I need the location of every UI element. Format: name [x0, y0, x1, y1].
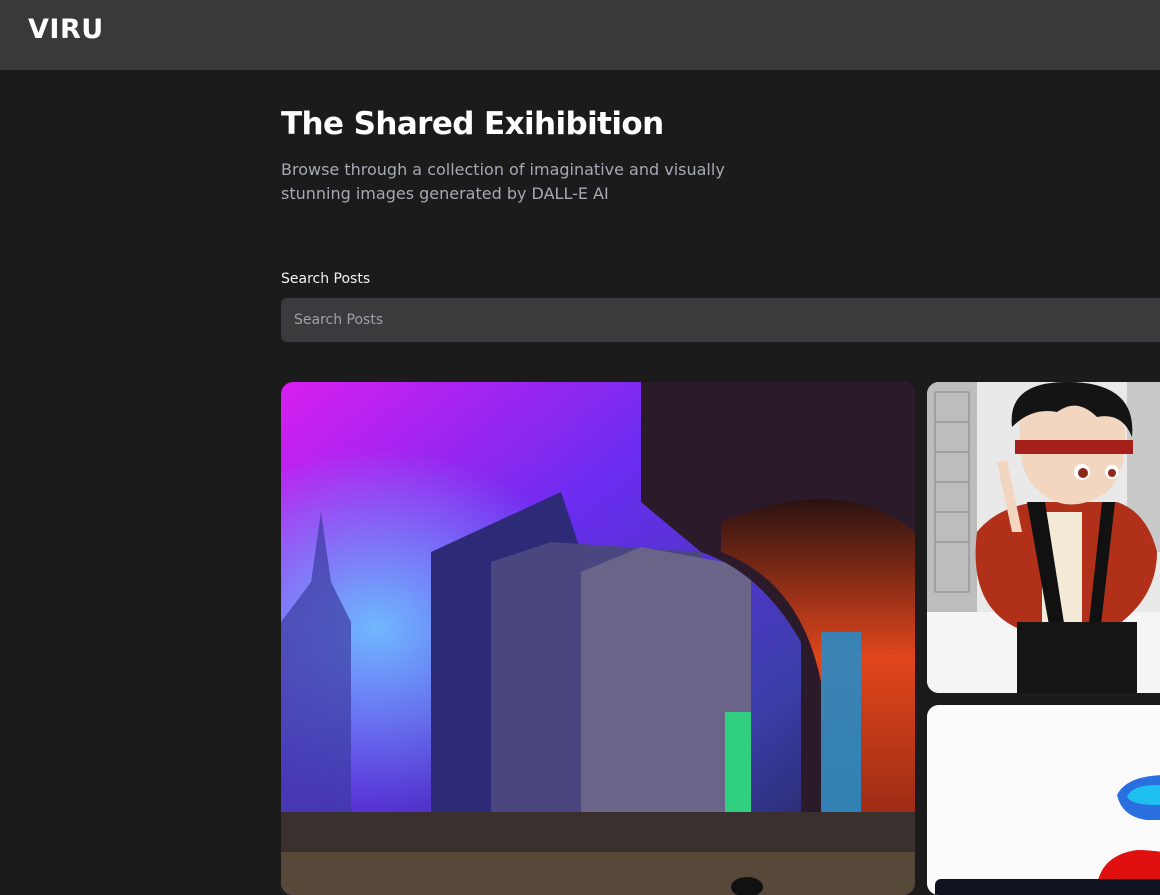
gallery-card-city[interactable] [281, 382, 915, 895]
gallery-card-toy[interactable] [927, 705, 1160, 895]
anime-boy-image [927, 382, 1160, 693]
top-nav-bar: VIRU [0, 0, 1160, 70]
gallery-card-anime-boy[interactable] [927, 382, 1160, 693]
search-input[interactable] [281, 298, 1160, 342]
card-info-overlay [935, 879, 1160, 895]
logo[interactable]: VIRU [28, 14, 104, 45]
toy-image [927, 705, 1160, 895]
page-title: The Shared Exihibition [281, 106, 664, 142]
search-label: Search Posts [281, 271, 371, 287]
city-image [281, 382, 915, 895]
page-subtitle: Browse through a collection of imaginati… [281, 160, 725, 203]
